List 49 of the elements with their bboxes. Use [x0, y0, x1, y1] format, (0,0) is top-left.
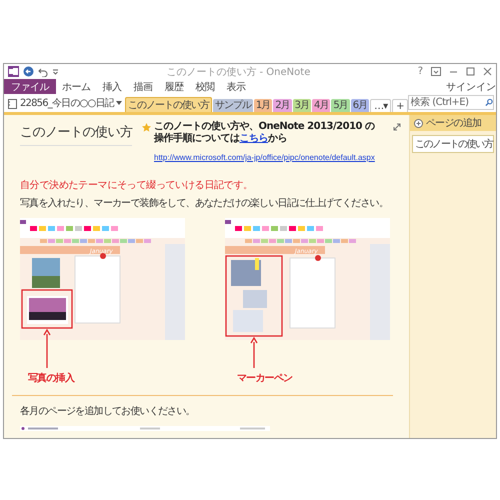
ribbon-tab[interactable]: 挿入	[96, 79, 128, 94]
dropdown-icon[interactable]	[52, 68, 59, 76]
back-icon[interactable]	[23, 66, 34, 77]
search-field[interactable]: 検索 (Ctrl+E)	[408, 95, 494, 110]
lead-text: 自分で決めたテーマにそって綴っていける日記です。	[20, 178, 254, 192]
undo-icon[interactable]	[38, 66, 48, 76]
highlight-box	[21, 289, 73, 329]
maximize-icon[interactable]	[466, 67, 475, 76]
footer-text: 各月のページを追加してお使いください。	[20, 404, 196, 418]
caret-icon	[116, 101, 122, 105]
notebook-icon	[7, 98, 18, 108]
section-tab[interactable]: サンプル	[212, 99, 253, 112]
expand-icon[interactable]	[393, 123, 401, 131]
section-tab[interactable]: このノートの使い方	[124, 97, 212, 112]
arrow	[43, 328, 51, 368]
file-tab[interactable]: ファイル	[4, 79, 56, 94]
link[interactable]: こちら	[240, 133, 268, 144]
ribbon-tab[interactable]: 校閲	[190, 79, 220, 94]
note-text: このノートの使い方や、OneNote 2013/2010 の操作手順についてはこちらから	[154, 121, 376, 145]
ribbon-tab[interactable]: ホーム	[56, 79, 96, 94]
page-list-item[interactable]: このノートの使い方	[412, 135, 494, 153]
sign-in-link[interactable]: サインイン	[446, 80, 496, 94]
ribbon-tab[interactable]: 描画	[128, 79, 158, 94]
close-icon[interactable]	[483, 67, 492, 76]
section-tab[interactable]: 5月	[331, 99, 350, 112]
add-page-button[interactable]: ページの追加	[410, 115, 496, 131]
ribbon-display-icon[interactable]	[431, 67, 441, 76]
ribbon-tab[interactable]: 履歴	[158, 79, 190, 94]
section-tab[interactable]: 3月	[292, 99, 311, 112]
search-icon[interactable]	[484, 98, 493, 107]
star-icon	[142, 123, 151, 132]
plus-circle-icon	[414, 118, 423, 128]
onenote-logo-icon[interactable]	[8, 66, 19, 77]
section-tab[interactable]: 4月	[312, 99, 330, 112]
figure-caption: マーカーペン	[237, 372, 294, 385]
notebook-dropdown[interactable]: 22856_今日の○○日記	[7, 94, 125, 112]
ribbon-tab[interactable]: 表示	[220, 79, 252, 94]
add-section-tab[interactable]: +	[392, 99, 408, 112]
section-tab[interactable]: 6月	[350, 99, 370, 112]
help-button[interactable]: ?	[418, 66, 423, 77]
url-link[interactable]: http://www.microsoft.com/ja-jp/office/pipc/onenote/default.aspx	[154, 153, 375, 162]
arrow	[250, 336, 258, 368]
body-text: 写真を入れたり、マーカーで装飾をして、あなただけの楽しい日記に仕上げてください。	[20, 196, 390, 210]
figure-caption: 写真の挿入	[28, 372, 76, 385]
window-title: このノートの使い方 - OneNote	[165, 66, 312, 78]
page-title[interactable]: このノートの使い方	[20, 121, 132, 146]
section-tab[interactable]: 2月	[273, 99, 292, 112]
more-sections-tab[interactable]: …▾	[370, 99, 392, 112]
section-tab[interactable]: 1月	[254, 99, 272, 112]
